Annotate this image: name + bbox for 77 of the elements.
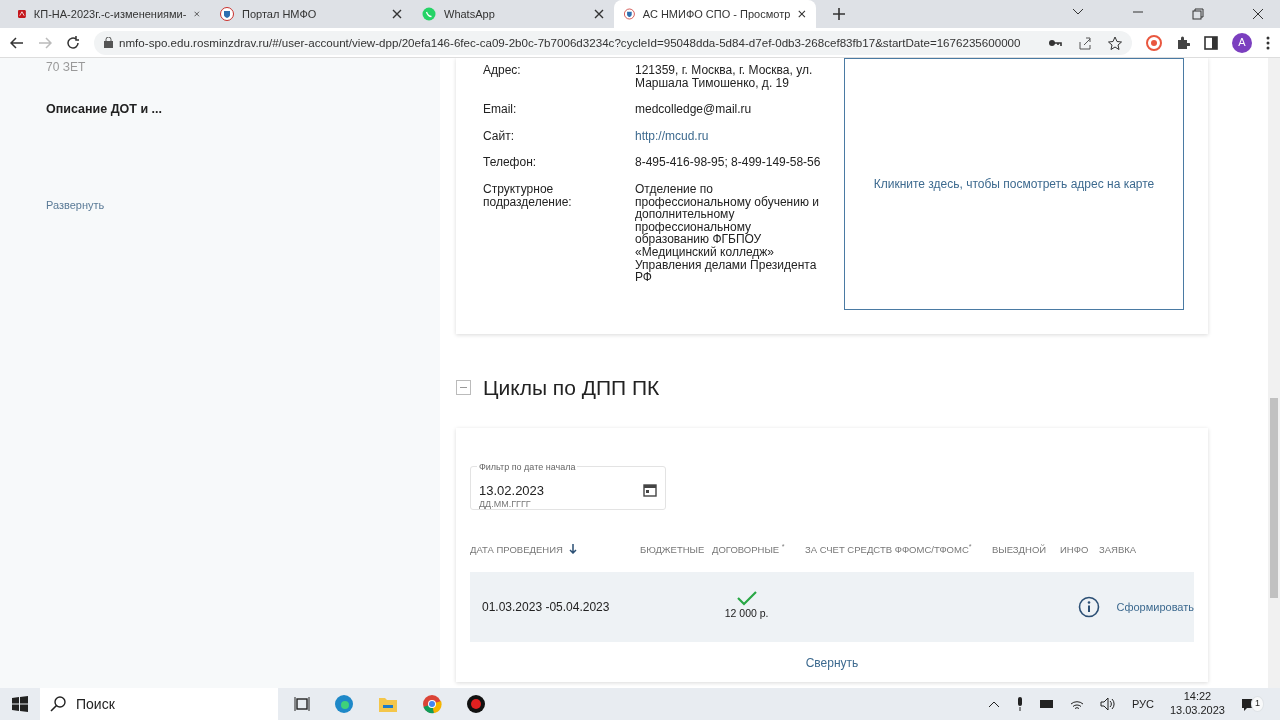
microphone-icon[interactable] <box>1015 697 1024 711</box>
back-arrow-icon[interactable] <box>10 36 24 49</box>
close-icon[interactable] <box>594 9 604 19</box>
field-value: 121359, г. Москва, г. Москва, ул. Маршала Тимошенко, д. 19 <box>635 63 813 90</box>
website-link[interactable]: http://mcud.ru <box>635 128 709 143</box>
chevron-up-icon[interactable] <box>987 700 1000 708</box>
map-link[interactable]: Кликните здесь, чтобы посмотреть адрес на карте <box>873 175 1155 193</box>
restore-icon[interactable] <box>1192 8 1204 20</box>
close-icon[interactable] <box>1252 8 1264 20</box>
collapse-square-icon[interactable] <box>456 380 471 396</box>
info-icon[interactable] <box>1078 595 1101 618</box>
browser-tab[interactable]: Портал НМФО <box>210 0 412 28</box>
field-value: 8-495-416-98-95; 8-499-149-58-56 <box>635 155 821 170</box>
windows-logo-icon[interactable] <box>12 696 28 712</box>
expand-link[interactable]: Развернуть <box>46 196 105 214</box>
column-header[interactable]: ИНФО <box>1060 542 1089 557</box>
price-text: 12 000 р. <box>724 606 769 622</box>
chevron-down-icon[interactable] <box>1072 8 1084 16</box>
column-header[interactable]: ЗАЯВКА <box>1099 542 1137 557</box>
minimize-icon[interactable] <box>1132 8 1144 16</box>
new-tab-icon[interactable] <box>832 7 846 21</box>
field-value: medcolledge@mail.ru <box>635 102 752 117</box>
shield-logo-icon <box>220 7 234 21</box>
search-icon <box>50 696 66 712</box>
folder-icon[interactable] <box>378 695 398 713</box>
section-title: Циклы по ДПП ПК <box>483 375 660 401</box>
field-label: Email: <box>483 103 518 116</box>
more-menu-icon[interactable] <box>1266 35 1270 50</box>
taskbar-search-field[interactable]: Поиск <box>40 688 278 720</box>
side-panel-icon[interactable] <box>1204 35 1218 50</box>
collapse-link[interactable]: Свернуть <box>805 655 859 670</box>
pdf-file-icon <box>18 7 26 21</box>
clock[interactable]: 14:22 13.03.2023 <box>1169 690 1225 718</box>
scrollbar[interactable] <box>1268 58 1280 688</box>
lock-icon <box>104 37 113 48</box>
field-label: Сайт: <box>483 129 515 143</box>
url-text: nmfo-spo.edu.rosminzdrav.ru/#/user-account/view-dpp/20efa146-6fec-ca09-2b0c-7b7006d3234c?cycleId=95048dda-5d84-d7ef-0db3-268cef83fb17&startDate=1676235600000 <box>119 34 1021 51</box>
task-view-icon[interactable] <box>294 696 310 712</box>
record-icon[interactable] <box>466 694 486 714</box>
close-icon[interactable] <box>798 9 806 19</box>
notification-count: 1 <box>1251 696 1264 712</box>
browser-tab[interactable]: КП-НА-2023г.-с-изменениями- <box>8 0 210 28</box>
chrome-browser-icon[interactable] <box>422 694 442 714</box>
hours-text: 70 ЗЕТ <box>46 59 86 76</box>
browser-swirl-icon[interactable] <box>334 694 354 714</box>
field-label: Адрес: <box>483 64 522 79</box>
target-icon[interactable] <box>1146 34 1162 51</box>
field-label: Структурное подразделение: <box>483 182 573 211</box>
calendar-icon[interactable] <box>643 483 657 498</box>
description-heading: Описание ДОТ и ... <box>46 101 162 118</box>
close-icon[interactable] <box>392 9 402 19</box>
field-label: Телефон: <box>483 156 538 169</box>
share-icon[interactable] <box>1078 35 1092 50</box>
chat-bubble-icon <box>422 7 436 21</box>
puzzle-icon[interactable] <box>1176 35 1190 50</box>
battery-icon[interactable] <box>1039 699 1054 709</box>
date-range-cell: 01.03.2023 -05.04.2023 <box>482 599 610 614</box>
key-icon[interactable] <box>1048 38 1062 47</box>
speaker-icon[interactable] <box>1099 697 1116 711</box>
map-panel[interactable]: Кликните здесь, чтобы посмотреть адрес на карте <box>844 58 1184 310</box>
column-header[interactable]: ВЫЕЗДНОЙ <box>992 542 1047 557</box>
field-value: Отделение по профессиональному обучению и дополнительному профессиональному образованию ФГБПОУ «Медицинский колледж» Управления делами Президента РФ <box>635 181 819 285</box>
star-icon[interactable] <box>1108 35 1122 50</box>
wifi-icon[interactable] <box>1069 698 1084 710</box>
language-indicator[interactable]: РУС <box>1131 695 1154 713</box>
browser-tab[interactable]: WhatsApp <box>412 0 614 28</box>
column-header[interactable]: ДАТА ПРОВЕДЕНИЯ <box>470 542 563 557</box>
browser-tab[interactable]: АС НМИФО СПО - Просмотр <box>614 0 816 28</box>
address-bar[interactable]: nmfo-spo.edu.rosminzdrav.ru/#/user-account/view-dpp/20efa146-6fec-ca09-2b0c-7b7006d3234c?cycleId=95048dda-5d84-d7ef-0db3-268cef83fb17&startDate=1676235600000 <box>94 30 1132 55</box>
profile-avatar[interactable]: A <box>1232 32 1252 53</box>
reload-icon[interactable] <box>66 35 80 50</box>
shield-logo-icon <box>624 7 635 21</box>
column-header[interactable]: ДОГОВОРНЫЕ $^{*}$ <box>712 542 785 557</box>
column-header[interactable]: ЗА СЧЕТ СРЕДСТВ ФФОМС/ТФОМС$^{*}$ <box>805 542 972 557</box>
column-header[interactable]: БЮДЖЕТНЫЕ <box>640 542 705 557</box>
form-request-link[interactable]: Сформировать <box>1116 600 1194 613</box>
sort-down-arrow-icon[interactable] <box>568 544 577 555</box>
